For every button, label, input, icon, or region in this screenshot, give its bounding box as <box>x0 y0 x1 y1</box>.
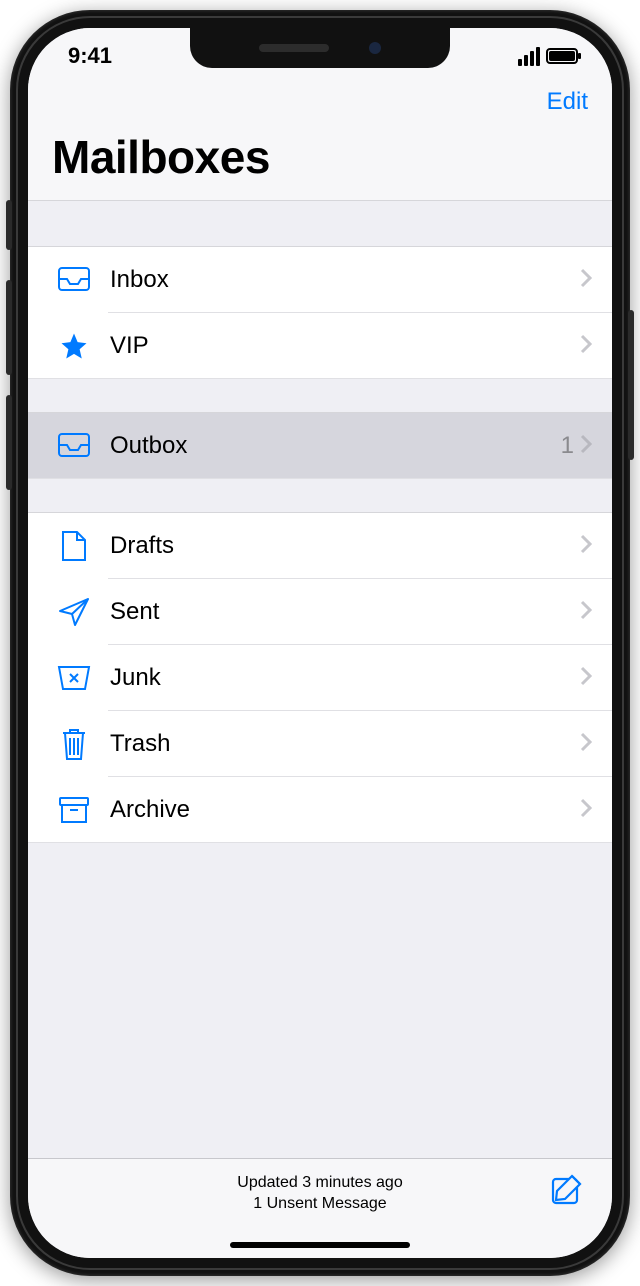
chevron-right-icon <box>580 334 592 359</box>
inbox-icon <box>52 267 96 293</box>
status-time: 9:41 <box>68 43 112 69</box>
drafts-icon <box>52 530 96 562</box>
mailbox-row-vip[interactable]: VIP <box>28 313 612 379</box>
section-gap <box>28 201 612 247</box>
mailbox-row-inbox[interactable]: Inbox <box>28 247 612 313</box>
mailbox-label: Junk <box>96 664 580 692</box>
mailbox-label: Drafts <box>96 532 580 560</box>
compose-button[interactable] <box>550 1173 584 1212</box>
mailbox-label: Trash <box>96 730 580 758</box>
screen: 9:41 Edit Mailboxes In <box>28 28 612 1258</box>
mailbox-row-junk[interactable]: Junk <box>28 645 612 711</box>
toolbar-status-line2: 1 Unsent Message <box>237 1194 402 1215</box>
section-gap <box>28 479 612 513</box>
edit-button[interactable]: Edit <box>547 88 588 116</box>
junk-icon <box>52 665 96 691</box>
toolbar-status-line1: Updated 3 minutes ago <box>237 1173 402 1194</box>
archive-icon <box>52 796 96 824</box>
chevron-right-icon <box>580 732 592 757</box>
mailbox-label: Sent <box>96 598 580 626</box>
chevron-right-icon <box>580 534 592 559</box>
chevron-right-icon <box>580 666 592 691</box>
outbox-icon <box>52 433 96 459</box>
mailbox-label: VIP <box>96 332 580 360</box>
home-indicator <box>230 1242 410 1248</box>
chevron-right-icon <box>580 798 592 823</box>
trash-icon <box>52 727 96 761</box>
chevron-right-icon <box>580 268 592 293</box>
section-gap <box>28 379 612 413</box>
mailbox-label: Outbox <box>96 432 561 460</box>
chevron-right-icon <box>580 600 592 625</box>
notch <box>190 28 450 68</box>
battery-icon <box>546 48 578 64</box>
empty-space <box>28 843 612 1158</box>
star-icon <box>52 331 96 361</box>
chevron-right-icon <box>580 434 592 459</box>
bottom-toolbar: Updated 3 minutes ago 1 Unsent Message <box>28 1158 612 1258</box>
mailbox-label: Archive <box>96 796 580 824</box>
mailbox-label: Inbox <box>96 266 580 294</box>
mailbox-row-drafts[interactable]: Drafts <box>28 513 612 579</box>
page-title: Mailboxes <box>28 120 612 201</box>
mailbox-row-trash[interactable]: Trash <box>28 711 612 777</box>
mailbox-row-outbox[interactable]: Outbox 1 <box>28 413 612 479</box>
mailbox-row-sent[interactable]: Sent <box>28 579 612 645</box>
signal-icon <box>518 47 540 66</box>
mailbox-row-archive[interactable]: Archive <box>28 777 612 843</box>
phone-frame: 9:41 Edit Mailboxes In <box>10 10 630 1276</box>
sent-icon <box>52 597 96 627</box>
navbar: Edit <box>28 84 612 120</box>
mailbox-count: 1 <box>561 432 574 460</box>
